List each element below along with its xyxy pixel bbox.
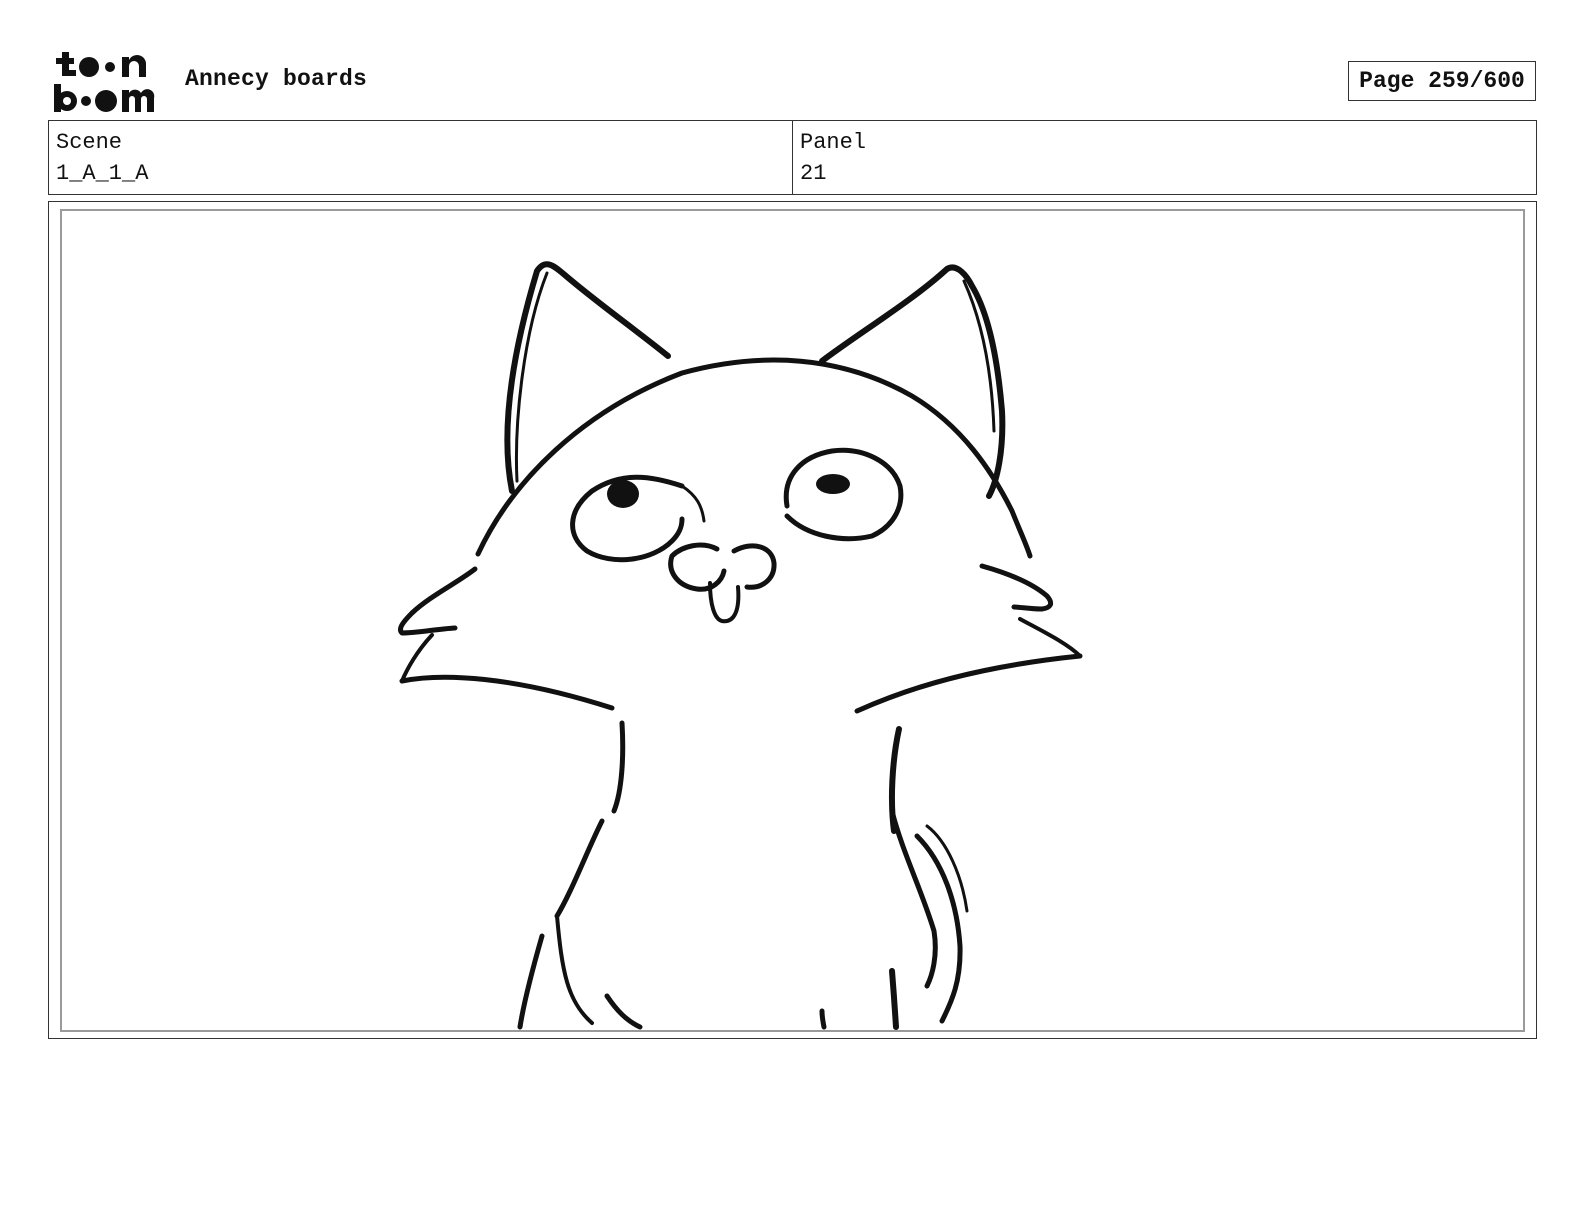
panel-label: Panel [800, 130, 867, 155]
storyboard-panel-frame [48, 201, 1537, 1039]
scene-value: 1_A_1_A [56, 161, 149, 186]
cat-sketch-drawing [397, 261, 1083, 1030]
page-indicator: Page 259/600 [1348, 61, 1536, 101]
panel-cell: Panel 21 [792, 121, 1536, 194]
document-title: Annecy boards [185, 66, 368, 92]
toon-boom-logo [52, 50, 164, 114]
scene-panel-info: Scene 1_A_1_A Panel 21 [48, 120, 1537, 195]
panel-value: 21 [800, 161, 827, 186]
scene-cell: Scene 1_A_1_A [49, 121, 792, 194]
storyboard-panel-image [60, 209, 1525, 1032]
scene-label: Scene [56, 130, 123, 155]
